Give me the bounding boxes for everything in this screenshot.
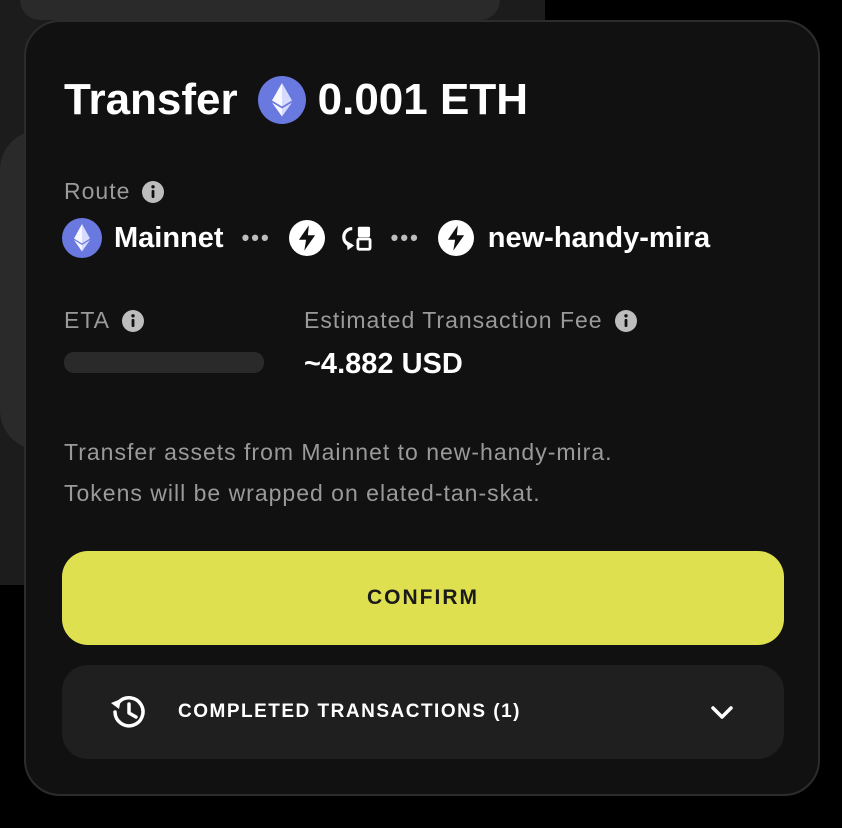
history-icon [111, 696, 145, 728]
confirm-button[interactable]: CONFIRM [62, 551, 784, 645]
transfer-dialog: Transfer 0.001 ETH Route Mainnet ••• •••… [24, 20, 820, 796]
completed-transactions-toggle[interactable]: COMPLETED TRANSACTIONS (1) [62, 665, 784, 759]
fee-label: Estimated Transaction Fee [304, 307, 603, 333]
eta-loading-skeleton [64, 352, 264, 373]
ethereum-icon [62, 218, 102, 258]
route-label: Route [64, 178, 131, 204]
completed-transactions-label: COMPLETED TRANSACTIONS (1) [178, 701, 521, 722]
title-amount: 0.001 ETH [317, 75, 528, 124]
route-destination: new-handy-mira [487, 221, 711, 254]
info-icon[interactable] [142, 180, 165, 203]
lightning-icon [288, 220, 325, 256]
ethereum-icon [257, 76, 306, 124]
chevron-down-icon [711, 706, 733, 719]
info-icon[interactable] [614, 309, 637, 332]
eta-label: ETA [64, 307, 111, 333]
eta-label-row: ETA [64, 307, 145, 334]
description-line: Tokens will be wrapped on elated-tan-ska… [64, 480, 541, 506]
wrap-icon [341, 226, 372, 251]
route-dots-icon: ••• [390, 225, 420, 250]
background-panel-inner [20, 0, 500, 20]
route-label-row: Route [64, 178, 165, 205]
title-action: Transfer [64, 75, 238, 124]
transfer-description: Transfer assets from Mainnet to new-hand… [64, 432, 784, 514]
dialog-title: Transfer 0.001 ETH [64, 70, 528, 130]
route-source: Mainnet [114, 221, 224, 254]
route-path: Mainnet ••• ••• new-handy-mira [62, 216, 710, 260]
lightning-icon [437, 220, 474, 256]
fee-label-row: Estimated Transaction Fee [304, 307, 637, 334]
info-icon[interactable] [122, 309, 145, 332]
fee-value: ~4.882 USD [304, 348, 463, 380]
route-dots-icon: ••• [241, 225, 271, 250]
description-line: Transfer assets from Mainnet to new-hand… [64, 439, 613, 465]
